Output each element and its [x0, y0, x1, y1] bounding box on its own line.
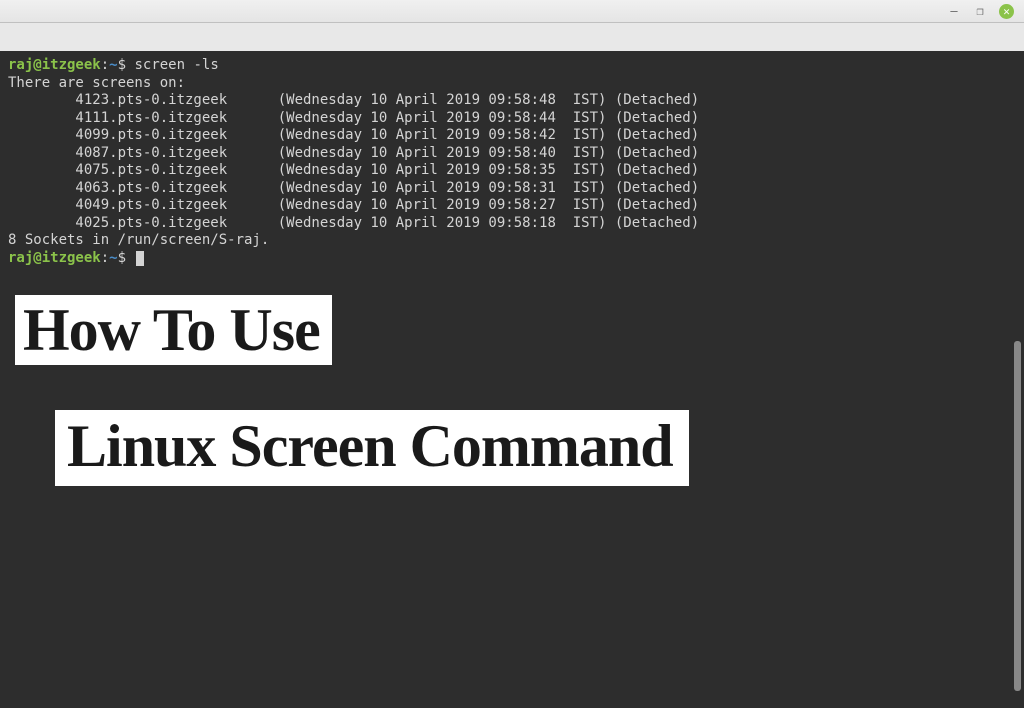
close-button[interactable]: ✕: [999, 4, 1014, 19]
prompt-symbol: $: [118, 250, 126, 266]
scrollbar[interactable]: [1014, 341, 1021, 691]
prompt-user-host: raj@itzgeek: [8, 250, 101, 266]
command-text: screen -ls: [134, 57, 218, 73]
prompt-path: ~: [109, 250, 117, 266]
prompt-symbol: $: [118, 57, 126, 73]
prompt-separator: :: [101, 250, 109, 266]
title-overlay-line2: Linux Screen Command: [55, 410, 689, 486]
output-footer: 8 Sockets in /run/screen/S-raj.: [8, 232, 269, 248]
window-titlebar: – ❐ ✕: [0, 0, 1024, 23]
output-header: There are screens on:: [8, 75, 185, 91]
prompt-path: ~: [109, 57, 117, 73]
cursor-icon: [136, 251, 144, 266]
minimize-button[interactable]: –: [947, 4, 961, 18]
session-list: 4123.pts-0.itzgeek (Wednesday 10 April 2…: [8, 92, 699, 231]
prompt-user-host: raj@itzgeek: [8, 57, 101, 73]
title-overlay-line1: How To Use: [15, 295, 332, 365]
prompt-separator: :: [101, 57, 109, 73]
terminal[interactable]: raj@itzgeek:~$ screen -ls There are scre…: [0, 23, 1024, 708]
maximize-button[interactable]: ❐: [973, 4, 987, 18]
